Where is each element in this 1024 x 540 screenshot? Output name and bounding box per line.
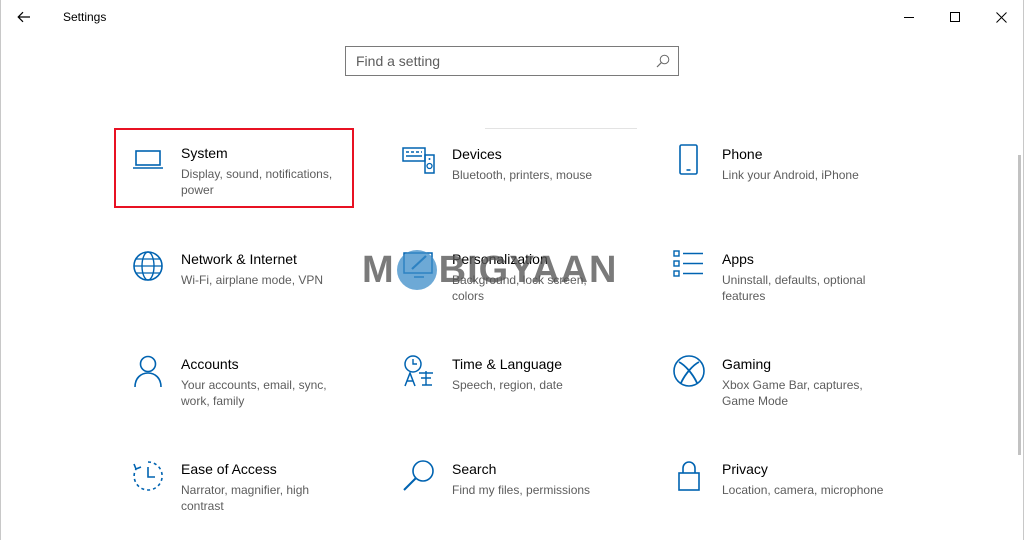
phone-icon bbox=[679, 144, 698, 175]
tile-description: Find my files, permissions bbox=[452, 483, 591, 497]
tile-description: Xbox Game Bar, captures, Game Mode bbox=[722, 378, 863, 408]
tile-title: Time & Language bbox=[452, 356, 562, 372]
tile-network-internet[interactable]: Network & Internet Wi-Fi, airplane mode,… bbox=[115, 235, 355, 315]
minimize-button[interactable] bbox=[886, 0, 932, 34]
ease-of-access-icon bbox=[133, 461, 163, 491]
tile-devices[interactable]: Devices Bluetooth, printers, mouse bbox=[386, 130, 626, 210]
tile-ease-of-access[interactable]: Ease of Access Narrator, magnifier, high… bbox=[115, 445, 355, 525]
tile-title: Devices bbox=[452, 146, 502, 162]
tile-title: Apps bbox=[722, 251, 754, 267]
tile-title: Network & Internet bbox=[181, 251, 297, 267]
window-title: Settings bbox=[63, 10, 107, 24]
search-input[interactable] bbox=[346, 47, 656, 75]
tile-description: Background, lock screen, colors bbox=[452, 273, 587, 303]
tile-title: Ease of Access bbox=[181, 461, 277, 477]
back-arrow-icon bbox=[17, 11, 30, 23]
globe-icon bbox=[133, 251, 163, 281]
tile-description: Wi-Fi, airplane mode, VPN bbox=[181, 273, 324, 287]
tile-description: Your accounts, email, sync, work, family bbox=[181, 378, 327, 408]
laptop-icon bbox=[133, 150, 163, 169]
tile-title: Search bbox=[452, 461, 497, 477]
tile-description: Narrator, magnifier, high contrast bbox=[181, 483, 310, 513]
tile-title: Accounts bbox=[181, 356, 239, 372]
tile-title: Personalization bbox=[452, 251, 548, 267]
lock-icon bbox=[678, 461, 700, 491]
magnifier-icon[interactable] bbox=[656, 54, 670, 73]
tile-time-language[interactable]: Time & Language Speech, region, date bbox=[386, 340, 626, 420]
tile-title: Phone bbox=[722, 146, 763, 162]
tile-description: Display, sound, notifications, power bbox=[181, 167, 333, 197]
tile-search[interactable]: Search Find my files, permissions bbox=[386, 445, 626, 525]
title-bar: Settings bbox=[0, 0, 1024, 34]
tile-title: System bbox=[181, 145, 228, 161]
tile-privacy[interactable]: Privacy Location, camera, microphone bbox=[656, 445, 896, 525]
paint-brush-icon bbox=[403, 252, 433, 278]
search-icon bbox=[403, 460, 434, 491]
tile-description: Bluetooth, printers, mouse bbox=[452, 168, 593, 182]
close-icon bbox=[995, 11, 1007, 23]
tile-title: Gaming bbox=[722, 356, 772, 372]
tile-description: Speech, region, date bbox=[452, 378, 563, 392]
tile-phone[interactable]: Phone Link your Android, iPhone bbox=[656, 130, 896, 210]
divider bbox=[485, 128, 637, 129]
tile-personalization[interactable]: Personalization Background, lock screen,… bbox=[386, 235, 626, 315]
tile-description: Link your Android, iPhone bbox=[722, 168, 859, 182]
close-button[interactable] bbox=[978, 0, 1024, 34]
apps-list-icon bbox=[673, 250, 703, 277]
maximize-icon bbox=[950, 12, 960, 22]
tile-accounts[interactable]: Accounts Your accounts, email, sync, wor… bbox=[115, 340, 355, 420]
tile-title: Privacy bbox=[722, 461, 768, 477]
maximize-button[interactable] bbox=[932, 0, 978, 34]
tile-system[interactable]: System Display, sound, notifications, po… bbox=[114, 128, 354, 208]
keyboard-speaker-icon bbox=[402, 147, 435, 174]
minimize-icon bbox=[904, 17, 914, 18]
xbox-icon bbox=[673, 355, 705, 387]
person-icon bbox=[134, 355, 162, 388]
tile-description: Location, camera, microphone bbox=[722, 483, 884, 497]
back-button[interactable] bbox=[0, 0, 48, 34]
settings-search-box[interactable] bbox=[345, 46, 679, 76]
tile-apps[interactable]: Apps Uninstall, defaults, optional featu… bbox=[656, 235, 896, 315]
time-language-icon bbox=[404, 355, 433, 387]
tile-description: Uninstall, defaults, optional features bbox=[722, 273, 866, 303]
tile-gaming[interactable]: Gaming Xbox Game Bar, captures, Game Mod… bbox=[656, 340, 896, 420]
scrollbar[interactable] bbox=[1018, 155, 1021, 455]
